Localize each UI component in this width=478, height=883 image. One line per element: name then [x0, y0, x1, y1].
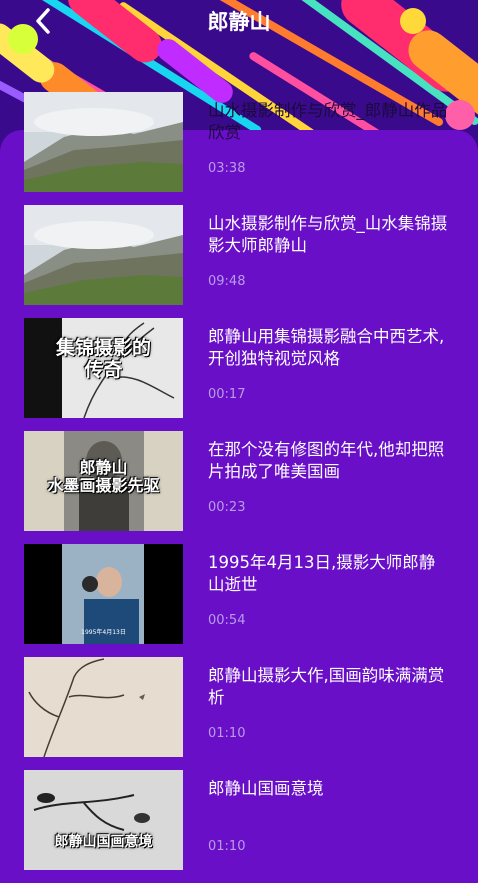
video-title: 在那个没有修图的年代,他却把照片拍成了唯美国画: [208, 440, 445, 481]
video-duration: 01:10: [208, 839, 246, 854]
video-thumbnail: [24, 92, 183, 192]
video-item[interactable]: 郎静山摄影大作,国画韵味满满赏析 01:10: [0, 657, 478, 770]
video-duration: 03:38: [208, 161, 246, 176]
video-item[interactable]: 山水摄影制作与欣赏_郎静山作品欣赏 03:38: [0, 92, 478, 205]
video-item[interactable]: 郎静山 水墨画摄影先驱 在那个没有修图的年代,他却把照片拍成了唯美国画 00:2…: [0, 431, 478, 544]
video-thumbnail: [24, 205, 183, 305]
video-item[interactable]: 山水摄影制作与欣赏_山水集锦摄影大师郎静山 09:48: [0, 205, 478, 318]
thumbnail-caption: 1995年4月13日: [81, 629, 126, 636]
thumbnail-caption: 郎静山国画意境: [54, 834, 153, 850]
thumbnail-caption: 集锦摄影的 传奇: [55, 337, 151, 381]
video-thumbnail: 集锦摄影的 传奇: [24, 318, 183, 418]
video-title: 郎静山摄影大作,国画韵味满满赏析: [208, 666, 445, 707]
video-thumbnail: 郎静山国画意境: [24, 770, 183, 870]
video-thumbnail: 1995年4月13日: [24, 544, 183, 644]
video-title: 山水摄影制作与欣赏_山水集锦摄影大师郎静山: [208, 214, 448, 255]
top-bar: 郎静山: [0, 0, 478, 44]
video-list: 山水摄影制作与欣赏_郎静山作品欣赏 03:38 山水摄影制作与欣赏_山水集锦摄影…: [0, 92, 478, 883]
video-duration: 00:17: [208, 387, 246, 402]
video-title: 郎静山国画意境: [208, 779, 324, 798]
thumbnail-caption: 郎静山 水墨画摄影先驱: [47, 458, 160, 496]
page-title: 郎静山: [207, 10, 271, 34]
video-item[interactable]: 1995年4月13日 1995年4月13日,摄影大师郎静山逝世 00:54: [0, 544, 478, 657]
video-item[interactable]: 集锦摄影的 传奇 郎静山用集锦摄影融合中西艺术,开创独特视觉风格 00:17: [0, 318, 478, 431]
video-title: 1995年4月13日,摄影大师郎静山逝世: [208, 553, 436, 594]
video-thumbnail: [24, 657, 183, 757]
video-duration: 01:10: [208, 726, 246, 741]
video-duration: 09:48: [208, 274, 246, 289]
video-duration: 00:54: [208, 613, 246, 628]
video-title: 山水摄影制作与欣赏_郎静山作品欣赏: [208, 101, 448, 142]
video-thumbnail: 郎静山 水墨画摄影先驱: [24, 431, 183, 531]
video-duration: 00:23: [208, 500, 246, 515]
video-title: 郎静山用集锦摄影融合中西艺术,开创独特视觉风格: [208, 327, 445, 368]
video-item[interactable]: 郎静山国画意境 郎静山国画意境 01:10: [0, 770, 478, 883]
